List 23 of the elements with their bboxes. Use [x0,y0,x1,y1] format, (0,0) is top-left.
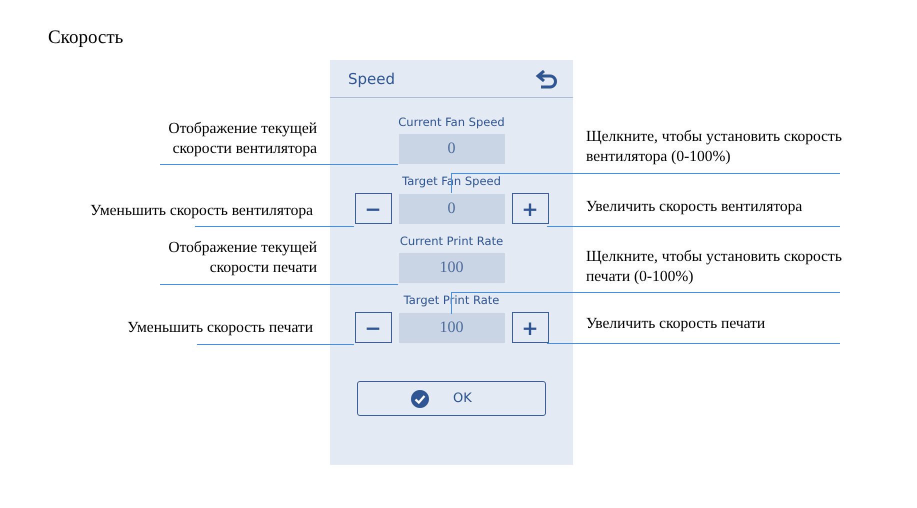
value-display: 100 [398,253,504,283]
value-display: 0 [398,134,504,164]
field-label: Current Fan Speed [398,115,505,129]
decrease-button[interactable]: − [354,312,392,343]
input-field[interactable]: 100 [398,312,504,342]
callout-text: Уменьшить скорость печати [126,318,313,338]
callout-text: Отображение текущей скорости печати [167,238,317,278]
check-icon [411,390,429,408]
callout-text: Щелкните, чтобы установить скорость вентилятора (0-100%) [586,127,843,167]
callout-text: Увеличить скорость вентилятора [586,197,804,217]
increase-button[interactable]: + [512,312,548,343]
callout-text: Отображение текущей скорости вентилятора [167,119,317,159]
decrease-button[interactable]: − [354,193,392,224]
page-title: Скорость [48,27,124,49]
callout-text: Уменьшить скорость вентилятора [89,201,313,221]
screen-title: Speed [348,70,396,88]
increase-button[interactable]: + [512,193,548,224]
callout-text: Щелкните, чтобы установить скорость печати (0-100%) [586,247,843,287]
ok-button[interactable]: OK [357,381,546,416]
back-icon[interactable] [535,68,559,90]
input-field[interactable]: 0 [398,194,504,224]
field-label: Current Print Rate [400,234,504,248]
callout-text: Увеличить скорость печати [586,314,766,334]
